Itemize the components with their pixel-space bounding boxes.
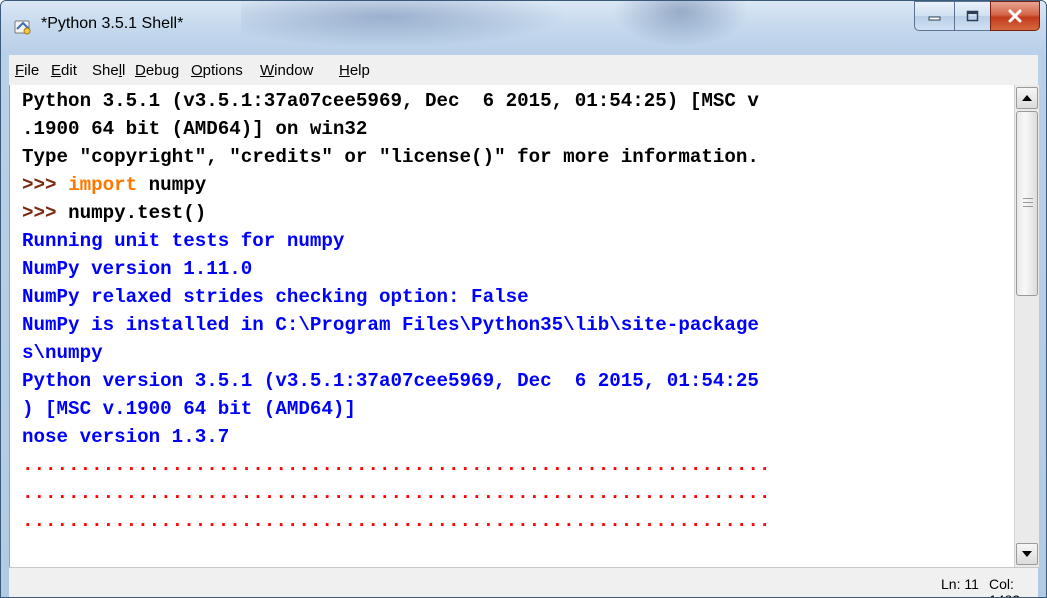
scroll-up-arrow-icon (1022, 95, 1032, 101)
menu-item[interactable]: Edit (51, 62, 77, 79)
shell-output-line: nose version 1.3.7 (22, 423, 229, 451)
code-token: numpy (137, 174, 207, 196)
output-text: s\numpy (22, 342, 103, 364)
shell-input-line: >>> numpy.test() (22, 199, 206, 227)
output-text: ........................................… (22, 482, 771, 504)
menu-bar: File Edit Shell Debug Options Window Help (9, 55, 1038, 86)
output-text: nose version 1.3.7 (22, 426, 230, 448)
shell-output-line: Running unit tests for numpy (22, 227, 344, 255)
output-text: Type "copyright", "credits" or "license(… (22, 146, 759, 168)
close-button[interactable] (990, 1, 1040, 31)
menu-label-part: ebug (145, 62, 180, 79)
scrollbar-thumb[interactable] (1016, 111, 1038, 296)
shell-output-line: ........................................… (22, 451, 770, 479)
title-bar[interactable]: *Python 3.5.1 Shell* (1, 1, 1046, 53)
status-bar: Ln: 11 Col: 1483 (9, 567, 1038, 597)
shell-prompt: >>> (22, 202, 69, 224)
menu-mnemonic: D (135, 62, 146, 79)
output-text: Python version 3.5.1 (v3.5.1:37a07cee596… (22, 370, 759, 392)
menu-mnemonic: W (260, 62, 275, 79)
output-text: NumPy is installed in C:\Program Files\P… (22, 314, 759, 336)
output-text: ........................................… (22, 510, 771, 532)
keyword-token: import (68, 174, 138, 196)
vertical-scrollbar[interactable] (1014, 85, 1039, 567)
menu-item[interactable]: Help (339, 62, 370, 79)
thumb-grip (1023, 198, 1033, 199)
menu-item[interactable]: Options (191, 62, 243, 79)
menu-mnemonic: H (339, 62, 350, 79)
scroll-down-button[interactable] (1016, 543, 1038, 565)
menu-label-part: l (122, 62, 126, 79)
minimize-button[interactable] (914, 1, 954, 31)
close-icon (1008, 9, 1022, 23)
shell-text-area[interactable]: Python 3.5.1 (v3.5.1:37a07cee5969, Dec 6… (9, 85, 1015, 567)
shell-output-line: ........................................… (22, 507, 770, 535)
menu-item[interactable]: File (15, 62, 39, 79)
menu-mnemonic: O (191, 62, 203, 79)
shell-output-line: NumPy is installed in C:\Program Files\P… (22, 311, 759, 339)
window-title: *Python 3.5.1 Shell* (41, 15, 184, 32)
shell-prompt: >>> (22, 174, 69, 196)
aero-glass-highlight (241, 1, 601, 53)
menu-item[interactable]: Shell (92, 62, 125, 79)
output-text: Python 3.5.1 (v3.5.1:37a07cee5969, Dec 6… (22, 90, 759, 112)
menu-label-part: ile (24, 62, 40, 79)
shell-output-line: NumPy relaxed strides checking option: F… (22, 283, 529, 311)
aero-glass-highlight (601, 1, 761, 53)
shell-output-line: .1900 64 bit (AMD64)] on win32 (22, 115, 367, 143)
output-text: ........................................… (22, 454, 771, 476)
column-number: Col: 1483 (989, 576, 1020, 597)
minimize-icon (928, 16, 940, 21)
shell-output-line: ........................................… (22, 479, 770, 507)
maximize-icon (966, 10, 978, 22)
menu-mnemonic: F (15, 62, 25, 79)
output-text: ) [MSC v.1900 64 bit (AMD64)] (22, 398, 356, 420)
menu-label-part: ptions (202, 62, 243, 79)
code-token: numpy.test() (68, 202, 207, 224)
output-text: NumPy version 1.11.0 (22, 258, 253, 280)
menu-item[interactable]: Window (260, 62, 313, 79)
menu-label-part: elp (349, 62, 370, 79)
scroll-down-arrow-icon (1022, 551, 1032, 557)
python-idle-icon[interactable] (13, 17, 33, 37)
line-number: Ln: 11 (941, 576, 979, 592)
output-text: NumPy relaxed strides checking option: F… (22, 286, 529, 308)
thumb-grip (1023, 206, 1033, 207)
shell-output-line: s\numpy (22, 339, 103, 367)
menu-label-part: dit (61, 62, 77, 79)
thumb-grip (1023, 202, 1033, 203)
menu-item[interactable]: Debug (135, 62, 179, 79)
output-text: .1900 64 bit (AMD64)] on win32 (22, 118, 368, 140)
shell-output-line: Type "copyright", "credits" or "license(… (22, 143, 759, 171)
maximize-button[interactable] (954, 1, 990, 31)
menu-mnemonic: E (51, 62, 62, 79)
shell-output-line: Python 3.5.1 (v3.5.1:37a07cee5969, Dec 6… (22, 87, 759, 115)
menu-label-part: She (92, 62, 119, 79)
menu-label-part: indow (274, 62, 314, 79)
shell-input-line: >>> import numpy (22, 171, 206, 199)
shell-output-line: NumPy version 1.11.0 (22, 255, 252, 283)
output-text: Running unit tests for numpy (22, 230, 345, 252)
idle-shell-window: *Python 3.5.1 Shell* File Edit Shell Debug O… (0, 0, 1047, 598)
shell-output-line: Python version 3.5.1 (v3.5.1:37a07cee596… (22, 367, 759, 395)
shell-output-line: ) [MSC v.1900 64 bit (AMD64)] (22, 395, 356, 423)
scroll-up-button[interactable] (1016, 87, 1038, 109)
